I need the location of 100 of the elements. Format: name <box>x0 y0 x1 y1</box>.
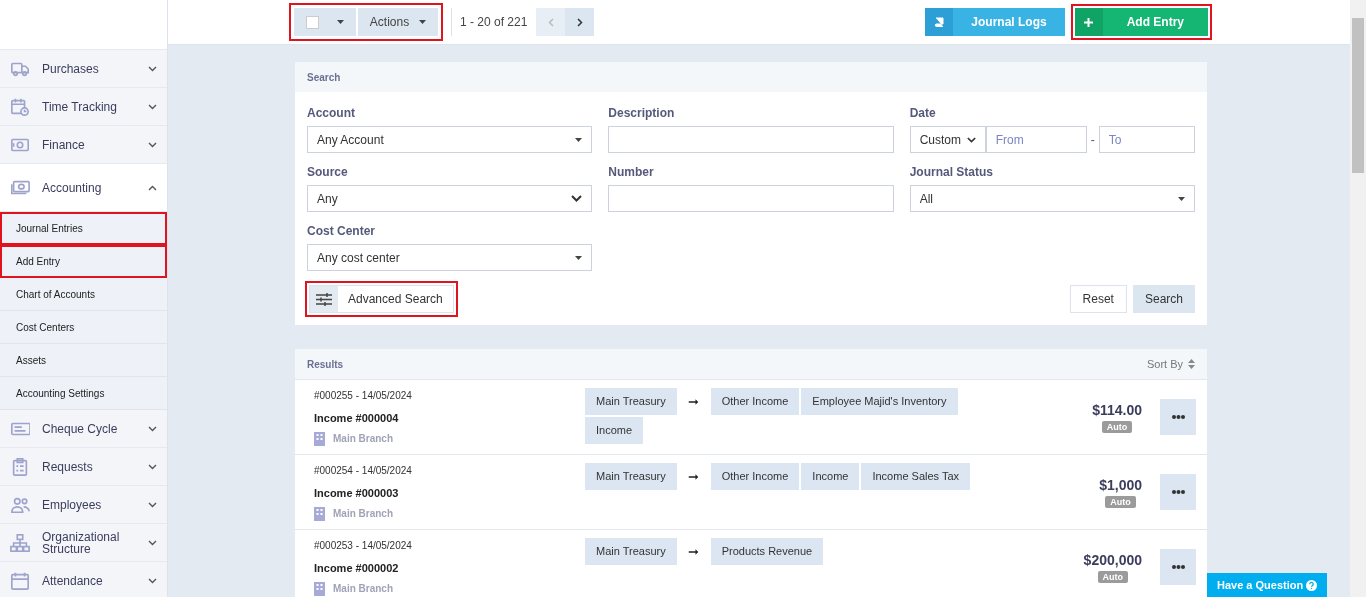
sidebar-item[interactable]: Employees <box>0 486 167 524</box>
sort-button[interactable]: Sort By <box>1146 355 1195 373</box>
select-field[interactable]: Any cost center <box>307 244 593 271</box>
sidebar-item[interactable]: Cheque Cycle <box>0 410 167 448</box>
chevron-down-icon <box>148 463 157 470</box>
sidebar-item[interactable]: Purchases <box>0 50 167 88</box>
scrollbar[interactable] <box>1350 0 1366 597</box>
account-tag: Main Treasury <box>585 538 677 565</box>
account-tag: Products Revenue <box>710 538 824 565</box>
actions-dropdown[interactable]: Actions <box>358 8 438 36</box>
entry-meta: #000253 - 14/05/2024 <box>314 539 413 553</box>
chevron-down-icon <box>148 425 157 432</box>
field-label: Number <box>608 165 655 179</box>
account-tag: Main Treasury <box>585 463 677 490</box>
pagination-text: 1 - 20 of 221 <box>460 14 528 31</box>
caret-icon <box>337 20 344 24</box>
field-label: Date <box>909 106 937 120</box>
entry-title: Income #000002 <box>314 561 400 575</box>
more-options-button[interactable] <box>1160 399 1196 435</box>
account-tag: Other Income <box>710 463 800 490</box>
caret-icon <box>575 137 583 142</box>
sidebar-subitem[interactable]: Chart of Accounts <box>0 278 167 311</box>
chevron-down-icon <box>966 136 976 143</box>
building-icon <box>314 506 325 521</box>
status-badge: Auto <box>1105 496 1136 508</box>
caret-icon <box>575 255 583 260</box>
text-field[interactable] <box>608 126 894 153</box>
chevron-left-icon <box>547 17 554 27</box>
amount: $114.00 <box>1092 401 1142 419</box>
date-mode-select[interactable]: Custom <box>909 126 986 153</box>
question-icon <box>1306 579 1318 591</box>
sidebar-subitem[interactable]: Journal Entries <box>0 212 167 245</box>
account-tag: Other Income <box>710 388 800 415</box>
sidebar-item[interactable]: Organizational Structure <box>0 524 167 562</box>
caret-icon <box>1178 196 1185 201</box>
select-field[interactable]: Any <box>307 185 593 212</box>
advanced-search-button[interactable]: Advanced Search <box>309 285 454 313</box>
select-field[interactable]: All <box>909 185 1195 212</box>
reset-button[interactable]: Reset <box>1069 285 1127 313</box>
account-tag: Income <box>585 417 644 444</box>
chevron-right-icon <box>576 17 583 27</box>
sliders-icon <box>316 292 332 306</box>
date-to-field[interactable]: To <box>1098 126 1195 153</box>
building-icon <box>314 431 325 446</box>
field-label: Account <box>307 106 356 120</box>
amount: $200,000 <box>1083 551 1142 569</box>
search-button[interactable]: Search <box>1132 285 1195 313</box>
select-all-dropdown[interactable] <box>294 8 356 36</box>
branch-name: Main Branch <box>333 507 393 521</box>
chevron-down-icon <box>148 577 157 584</box>
sidebar-subitem[interactable]: Cost Centers <box>0 311 167 344</box>
status-badge: Auto <box>1101 421 1133 433</box>
account-tag: Main Treasury <box>585 388 677 415</box>
field-label: Journal Status <box>909 165 994 179</box>
sidebar-subitem[interactable]: Assets <box>0 344 167 377</box>
sidebar-subitem[interactable]: Add Entry <box>0 245 167 278</box>
sidebar-item[interactable]: Time Tracking <box>0 88 167 126</box>
sort-icon <box>1188 359 1195 369</box>
calendar-clock-icon <box>10 96 30 117</box>
chevron-down-icon <box>148 539 157 546</box>
more-options-button[interactable] <box>1160 549 1196 585</box>
ellipsis-icon <box>1171 415 1185 419</box>
text-field[interactable] <box>608 185 894 212</box>
chevron-up-icon <box>148 184 157 191</box>
range-separator: - <box>1089 131 1096 149</box>
entry-title: Income #000003 <box>314 486 400 500</box>
arrow-sign: ➞ <box>687 542 701 561</box>
chevron-down-icon <box>148 65 157 72</box>
entry-meta: #000254 - 14/05/2024 <box>314 464 413 478</box>
ellipsis-icon <box>1171 490 1185 494</box>
plus-icon <box>1084 17 1094 27</box>
field-label: Source <box>307 165 349 179</box>
arrow-sign: ➞ <box>687 392 701 411</box>
panel-title: Search <box>295 62 1207 92</box>
calendar-icon <box>10 570 30 591</box>
sidebar-item[interactable]: Requests <box>0 448 167 486</box>
clipboard-icon <box>10 456 30 477</box>
entry-title: Income #000004 <box>314 411 400 425</box>
caret-icon <box>419 20 427 24</box>
account-tag: Income <box>801 463 860 490</box>
sidebar-item[interactable]: Attendance <box>0 562 167 597</box>
arrow-sign: ➞ <box>687 467 701 486</box>
more-options-button[interactable] <box>1160 474 1196 510</box>
checkbox[interactable] <box>306 15 319 29</box>
sidebar-item[interactable]: Accounting <box>0 164 167 212</box>
next-page-button[interactable] <box>565 8 595 36</box>
branch-name: Main Branch <box>333 432 393 446</box>
account-tag: Income Sales Tax <box>861 463 971 490</box>
sidebar-subitem[interactable]: Accounting Settings <box>0 377 167 410</box>
chevron-down-icon <box>571 195 583 202</box>
status-badge: Auto <box>1097 571 1129 583</box>
entry-meta: #000255 - 14/05/2024 <box>314 389 413 403</box>
select-field[interactable]: Any Account <box>307 126 593 153</box>
ellipsis-icon <box>1171 565 1185 569</box>
chevron-down-icon <box>148 103 157 110</box>
chevron-down-icon <box>148 141 157 148</box>
hierarchy-icon <box>10 532 30 553</box>
branch-name: Main Branch <box>333 582 393 596</box>
date-from-field[interactable]: From <box>985 126 1087 153</box>
account-tag: Employee Majid's Inventory <box>801 388 958 415</box>
